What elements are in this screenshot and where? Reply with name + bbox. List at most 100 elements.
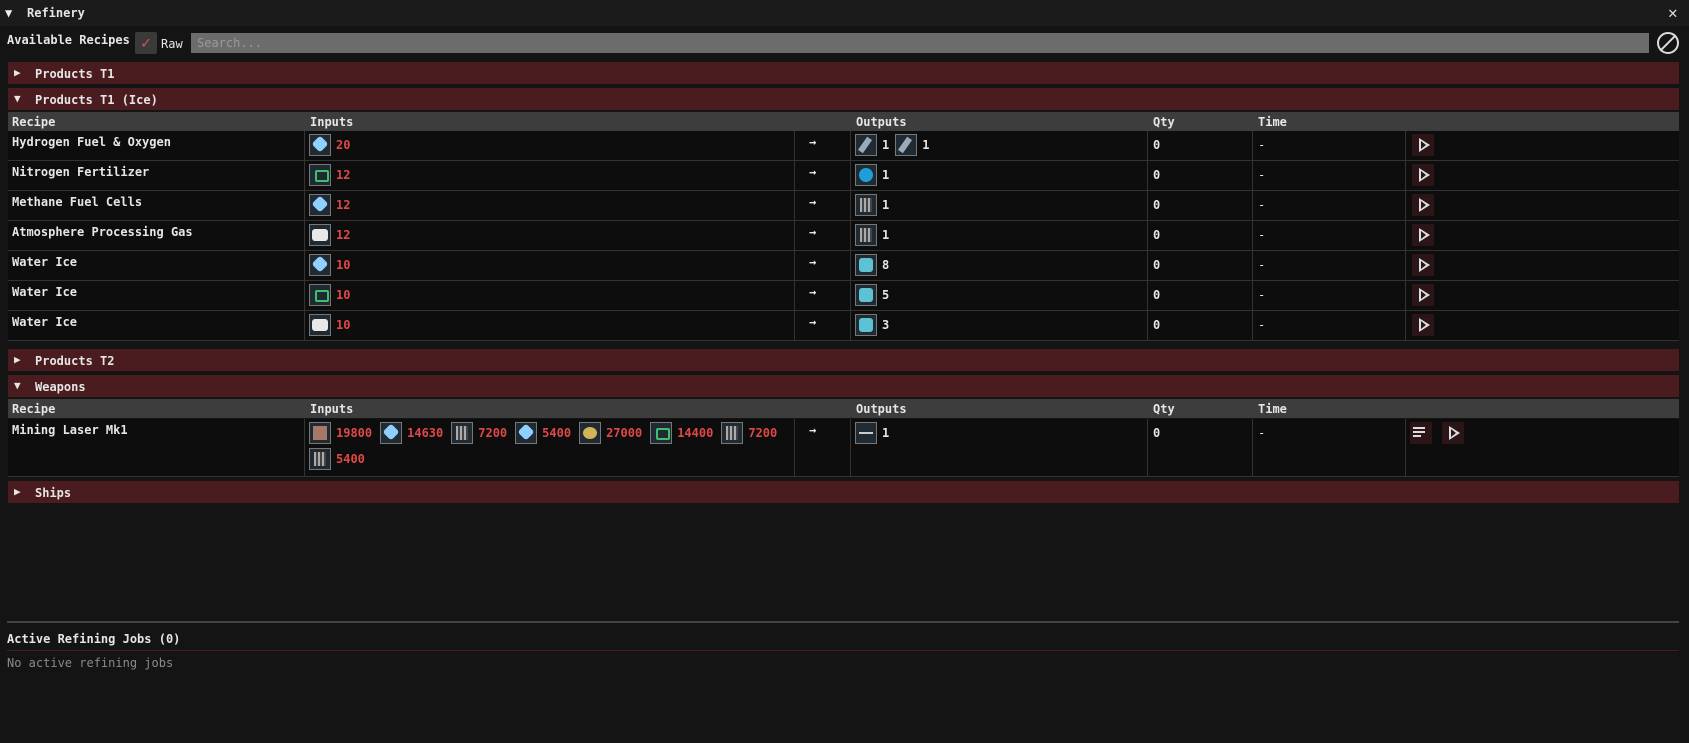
qty-value: 0 xyxy=(1153,138,1161,152)
column-divider xyxy=(1405,161,1406,190)
recipe-name: Methane Fuel Cells xyxy=(12,195,143,209)
queue-line-icon xyxy=(1413,435,1421,437)
column-divider xyxy=(1252,161,1253,190)
raw-checkbox[interactable]: ✓ xyxy=(135,32,157,54)
recipe-name: Water Ice xyxy=(12,285,78,299)
input-qty: 12 xyxy=(336,197,351,212)
section-label: Weapons xyxy=(35,380,86,394)
start-refining-button[interactable] xyxy=(1412,254,1434,276)
qty-value: 0 xyxy=(1153,168,1161,182)
output-item: 1 xyxy=(855,134,895,156)
arrow-icon: → xyxy=(809,135,817,149)
collapse-arrow-icon: ▼ xyxy=(14,92,21,105)
qty-value: 0 xyxy=(1153,426,1161,440)
input-qty: 7200 xyxy=(748,425,778,440)
column-divider xyxy=(304,311,305,340)
output-qty: 1 xyxy=(882,137,890,152)
input-qty: 12 xyxy=(336,227,351,242)
hydrogen-icon xyxy=(855,134,877,156)
column-divider xyxy=(1252,251,1253,280)
gold-ore-icon xyxy=(579,422,602,444)
arrow-icon: → xyxy=(809,423,817,437)
recipe-name: Water Ice xyxy=(12,255,78,269)
column-divider xyxy=(1147,281,1148,310)
start-refining-button[interactable] xyxy=(1412,194,1434,216)
time-value: - xyxy=(1258,168,1266,182)
section-ships[interactable]: ▶ Ships xyxy=(8,481,1679,503)
column-divider xyxy=(1147,191,1148,220)
title-bar[interactable]: ▼ Refinery ✕ xyxy=(0,0,1689,26)
input-qty: 14630 xyxy=(407,425,444,440)
start-refining-button[interactable] xyxy=(1442,422,1464,444)
collapse-triangle-icon[interactable]: ▼ xyxy=(5,6,12,20)
expand-arrow-icon: ▶ xyxy=(14,485,21,498)
qty-value: 0 xyxy=(1153,288,1161,302)
expand-arrow-icon: ▶ xyxy=(14,66,21,79)
water-ice-icon xyxy=(855,284,877,306)
section-weapons[interactable]: ▼ Weapons xyxy=(8,375,1679,397)
inputs-cell: 20 xyxy=(309,134,789,160)
start-refining-button[interactable] xyxy=(1412,164,1434,186)
ice-crystal-icon xyxy=(380,422,403,444)
table-header: Recipe Inputs Outputs Qty Time xyxy=(8,112,1679,131)
start-refining-button[interactable] xyxy=(1412,134,1434,156)
column-divider xyxy=(1405,311,1406,340)
ice-crystal-icon xyxy=(309,134,331,156)
start-refining-button[interactable] xyxy=(1412,314,1434,336)
column-divider xyxy=(794,221,795,250)
output-item: 1 xyxy=(855,164,895,186)
inputs-cell: 12 xyxy=(309,164,789,190)
input-item: 12 xyxy=(309,164,358,186)
output-qty: 1 xyxy=(882,197,890,212)
section-label: Ships xyxy=(35,486,72,500)
inputs-cell: 12 xyxy=(309,194,789,220)
output-qty: 1 xyxy=(882,167,890,182)
outputs-cell: 5 xyxy=(855,284,1145,310)
rust-ore-icon xyxy=(309,422,331,444)
column-header-outputs: Outputs xyxy=(856,115,907,129)
column-header-time: Time xyxy=(1258,402,1287,416)
arrow-icon: → xyxy=(809,255,817,269)
output-qty: 3 xyxy=(882,317,890,332)
start-refining-button[interactable] xyxy=(1412,284,1434,306)
qty-value: 0 xyxy=(1153,198,1161,212)
gas-canister-icon xyxy=(855,224,877,246)
arrow-icon: → xyxy=(809,315,817,329)
table-row: Hydrogen Fuel & Oxygen 20 → 1 1 0- xyxy=(8,131,1679,161)
column-divider xyxy=(304,281,305,310)
column-header-inputs: Inputs xyxy=(310,115,354,129)
mining-laser-icon xyxy=(855,422,877,444)
column-divider xyxy=(850,281,851,310)
search-input[interactable] xyxy=(191,33,1649,53)
column-divider xyxy=(850,311,851,340)
active-jobs-title: Active Refining Jobs (0) xyxy=(7,632,181,646)
arrow-icon: → xyxy=(809,225,817,239)
outputs-cell: 11 xyxy=(855,134,1145,160)
section-products-t2[interactable]: ▶ Products T2 xyxy=(8,349,1679,371)
section-products-t1[interactable]: ▶ Products T1 xyxy=(8,62,1679,84)
section-products-t1-ice[interactable]: ▼ Products T1 (Ice) xyxy=(8,88,1679,110)
clear-search-icon[interactable] xyxy=(1657,32,1679,54)
inputs-cell: 10 xyxy=(309,314,789,340)
inputs-cell: 10 xyxy=(309,254,789,280)
input-item: 7200 xyxy=(721,422,785,444)
add-to-queue-button[interactable] xyxy=(1410,422,1432,444)
inputs-cell: 10 xyxy=(309,284,789,310)
column-divider xyxy=(1147,419,1148,476)
white-ice-icon xyxy=(309,314,331,336)
queue-line-icon xyxy=(1413,427,1425,429)
input-qty: 10 xyxy=(336,257,351,272)
time-value: - xyxy=(1258,258,1266,272)
nitrogen-ice-icon xyxy=(309,164,331,186)
outputs-cell: 3 xyxy=(855,314,1145,340)
close-icon[interactable]: ✕ xyxy=(1668,3,1678,22)
input-qty: 12 xyxy=(336,167,351,182)
column-header-time: Time xyxy=(1258,115,1287,129)
input-qty: 20 xyxy=(336,137,351,152)
input-qty: 7200 xyxy=(478,425,508,440)
column-divider xyxy=(1252,419,1253,476)
input-qty: 14400 xyxy=(677,425,714,440)
input-item: 5400 xyxy=(309,448,373,470)
start-refining-button[interactable] xyxy=(1412,224,1434,246)
table-row: Water Ice 10 → 3 0 - xyxy=(8,311,1679,341)
